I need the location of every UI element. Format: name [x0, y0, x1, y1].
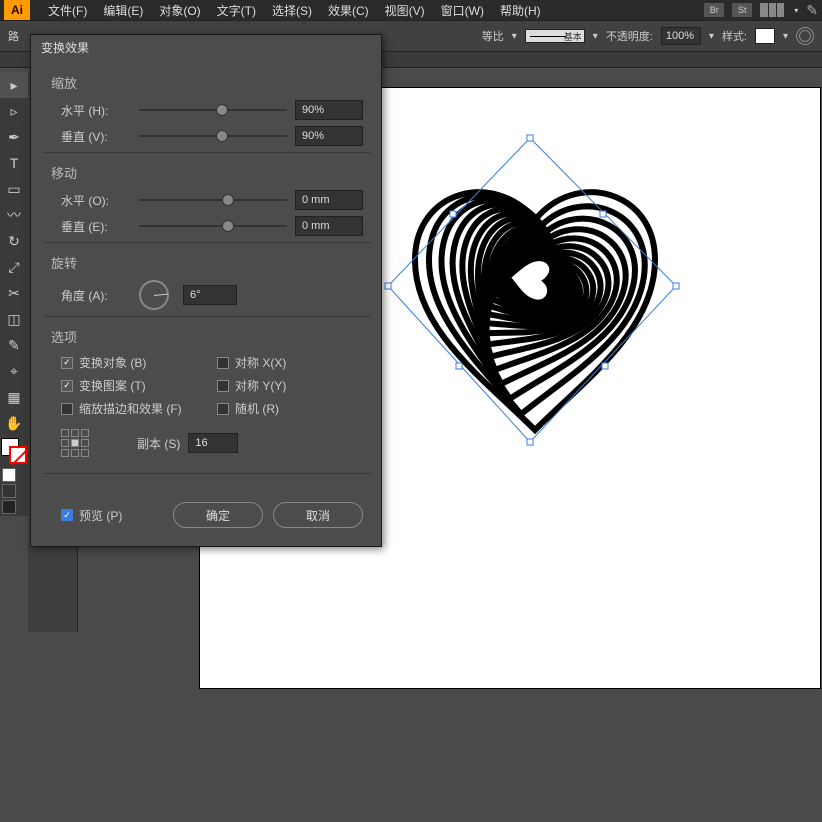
pen-tool[interactable]: ✒ [0, 124, 28, 150]
move-v-input[interactable] [295, 216, 363, 236]
chevron-down-icon[interactable]: ▾ [709, 31, 714, 42]
chevron-down-icon[interactable]: ▾ [512, 31, 517, 42]
stock-icon[interactable]: St [732, 3, 752, 17]
reflect-x-checkbox[interactable]: 对称 X(X) [217, 354, 363, 371]
chevron-down-icon[interactable]: ▾ [794, 6, 798, 15]
style-label: 样式: [722, 28, 747, 44]
app-menu-bar: Ai 文件(F) 编辑(E) 对象(O) 文字(T) 选择(S) 效果(C) 视… [0, 0, 822, 20]
hand-tool[interactable]: ✋ [0, 410, 28, 436]
ok-button[interactable]: 确定 [173, 502, 263, 528]
color-mode-icon[interactable] [2, 468, 16, 482]
rectangle-tool[interactable]: ▭ [0, 176, 28, 202]
menu-help[interactable]: 帮助(H) [492, 2, 549, 19]
menu-window[interactable]: 窗口(W) [433, 2, 492, 19]
scale-h-input[interactable] [295, 100, 363, 120]
gradient-mode-icon[interactable] [2, 484, 16, 498]
chevron-down-icon[interactable]: ▾ [783, 31, 788, 42]
menu-select[interactable]: 选择(S) [264, 2, 320, 19]
scale-v-input[interactable] [295, 126, 363, 146]
reflect-y-checkbox[interactable]: 对称 Y(Y) [217, 377, 363, 394]
copies-input[interactable] [188, 433, 238, 453]
scale-v-slider[interactable] [139, 128, 287, 144]
menu-object[interactable]: 对象(O) [151, 2, 208, 19]
chevron-down-icon[interactable]: ▾ [593, 31, 598, 42]
width-tool[interactable]: ✂ [0, 280, 28, 306]
scale-h-label: 水平 (H): [61, 102, 131, 119]
menu-type[interactable]: 文字(T) [209, 2, 264, 19]
scale-v-label: 垂直 (V): [61, 128, 131, 145]
angle-label: 角度 (A): [61, 287, 131, 304]
move-h-input[interactable] [295, 190, 363, 210]
selection-tool[interactable]: ▸ [0, 72, 28, 98]
opacity-input[interactable] [661, 27, 701, 45]
tool-panel: ▸ ▹ ✒ T ▭ 〰 ↻ ⤢ ✂ ◫ ✎ ⌖ ▦ ✋ [0, 72, 28, 516]
stroke-swatch[interactable] [9, 446, 27, 464]
rotate-section-label: 旋转 [51, 253, 363, 272]
scale-tool[interactable]: ⤢ [0, 254, 28, 280]
graphic-style-swatch[interactable] [755, 28, 775, 44]
search-icon[interactable]: ✎ [806, 2, 818, 19]
bridge-icon[interactable]: Br [704, 3, 724, 17]
cancel-button[interactable]: 取消 [273, 502, 363, 528]
app-logo-icon: Ai [4, 0, 30, 20]
move-v-slider[interactable] [139, 218, 287, 234]
move-v-label: 垂直 (E): [61, 218, 131, 235]
angle-input[interactable] [183, 285, 237, 305]
scale-strokes-checkbox[interactable]: 缩放描边和效果 (F) [61, 400, 207, 417]
document-setup-icon[interactable] [796, 27, 814, 45]
fill-stroke-swatch[interactable] [1, 438, 27, 464]
eyedropper-tool[interactable]: ✎ [0, 332, 28, 358]
none-mode-icon[interactable] [2, 500, 16, 514]
copies-label: 副本 (S) [137, 435, 180, 452]
move-h-slider[interactable] [139, 192, 287, 208]
type-tool[interactable]: T [0, 150, 28, 176]
path-label: 路 [8, 28, 19, 44]
random-checkbox[interactable]: 随机 (R) [217, 400, 363, 417]
dialog-title: 变换效果 [31, 35, 381, 59]
rotation-dial[interactable] [139, 280, 169, 310]
move-section-label: 移动 [51, 163, 363, 182]
transform-effect-dialog: 变换效果 缩放 水平 (H): 垂直 (V): 移动 水平 (O): 垂直 (E… [30, 34, 382, 547]
menu-view[interactable]: 视图(V) [377, 2, 433, 19]
workspace-layout-icon[interactable] [760, 3, 784, 17]
transform-patterns-checkbox[interactable]: 变换图案 (T) [61, 377, 207, 394]
opacity-label: 不透明度: [606, 28, 653, 44]
stroke-profile-dropdown[interactable]: 基本 [525, 29, 585, 43]
menu-effect[interactable]: 效果(C) [320, 2, 377, 19]
shape-builder-tool[interactable]: ◫ [0, 306, 28, 332]
scale-h-slider[interactable] [139, 102, 287, 118]
transform-objects-checkbox[interactable]: 变换对象 (B) [61, 354, 207, 371]
proportion-label: 等比 [482, 28, 504, 44]
rotate-tool[interactable]: ↻ [0, 228, 28, 254]
move-h-label: 水平 (O): [61, 192, 131, 209]
preview-checkbox[interactable]: 预览 (P) [61, 507, 122, 524]
symbol-sprayer-tool[interactable]: ⌖ [0, 358, 28, 384]
menu-edit[interactable]: 编辑(E) [95, 2, 151, 19]
paintbrush-tool[interactable]: 〰 [0, 202, 28, 228]
options-section-label: 选项 [51, 327, 363, 346]
direct-selection-tool[interactable]: ▹ [0, 98, 28, 124]
scale-section-label: 缩放 [51, 73, 363, 92]
menu-file[interactable]: 文件(F) [40, 2, 95, 19]
artboard-tool[interactable]: ▦ [0, 384, 28, 410]
anchor-reference-grid[interactable] [61, 429, 89, 457]
